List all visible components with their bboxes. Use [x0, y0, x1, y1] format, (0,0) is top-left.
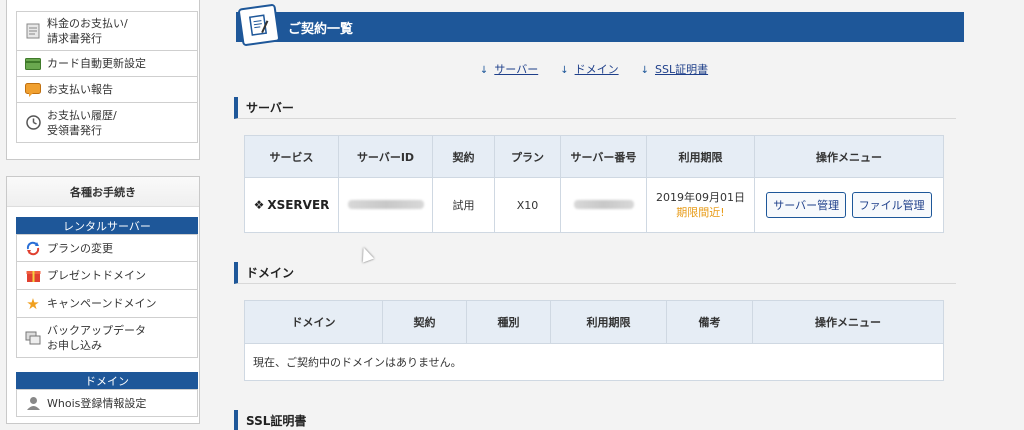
- actions-cell: サーバー管理 ファイル管理: [754, 177, 944, 233]
- page: 料金のお支払い/ 請求書発行 カード自動更新設定 お支払い報告 お支払い履歴/ …: [0, 0, 1024, 430]
- sidebar-item-label: お支払い報告: [47, 83, 113, 96]
- sidebar-item-label: カード自動更新設定: [47, 57, 146, 70]
- payment-report-icon: [25, 82, 41, 98]
- table-header-row: ドメイン 契約 種別 利用期限 備考 操作メニュー: [244, 300, 944, 344]
- redacted-server-number: [573, 199, 634, 209]
- expiry-cell: 2019年09月01日 期限間近!: [646, 177, 755, 233]
- sidebar-item-card-renewal[interactable]: カード自動更新設定: [16, 51, 198, 77]
- contract-document-icon: [237, 3, 281, 47]
- table-row: ❖ XSERVER 試用 X10 2019年09月01日 期限間近! サーバー管理…: [244, 177, 944, 233]
- section-heading-ssl: SSL証明書: [234, 410, 956, 430]
- page-title-bar: ご契約一覧: [236, 3, 964, 47]
- user-icon: [25, 395, 41, 411]
- column-header: 利用期限: [646, 135, 755, 178]
- star-icon: ★: [26, 294, 40, 313]
- sidebar-item-invoice[interactable]: 料金のお支払い/ 請求書発行: [16, 11, 198, 51]
- anchor-ssl[interactable]: ↓ SSL証明書: [641, 61, 708, 77]
- sidebar-item-whois[interactable]: Whois登録情報設定: [16, 389, 198, 417]
- backup-icon: [25, 330, 41, 346]
- xserver-logo: ❖ XSERVER: [254, 198, 330, 212]
- column-header: 種別: [466, 300, 551, 344]
- sidebar-item-label: バックアップデータ お申し込み: [47, 323, 146, 352]
- domain-table: ドメイン 契約 種別 利用期限 備考 操作メニュー 現在、ご契約中のドメインはあ…: [244, 300, 944, 381]
- domain-header: ドメイン: [16, 372, 198, 389]
- sidebar-item-label: 料金のお支払い/ 請求書発行: [47, 17, 128, 45]
- section-heading-domain: ドメイン: [234, 262, 956, 284]
- server-id-cell: [338, 177, 433, 233]
- credit-card-icon: [25, 56, 41, 72]
- sidebar-item-label: プレゼントドメイン: [47, 269, 146, 282]
- gift-icon: [25, 268, 41, 284]
- mouse-cursor-icon: [357, 245, 375, 263]
- sidebar-item-payment-report[interactable]: お支払い報告: [16, 77, 198, 103]
- column-header: 操作メニュー: [754, 135, 944, 178]
- column-header: 操作メニュー: [752, 300, 944, 344]
- server-table: サービス サーバーID 契約 プラン サーバー番号 利用期限 操作メニュー ❖ X…: [244, 135, 944, 233]
- column-header: ドメイン: [244, 300, 383, 344]
- anchor-link-label[interactable]: サーバー: [494, 63, 538, 76]
- sidebar-item-plan-change[interactable]: プランの変更: [16, 234, 198, 262]
- invoice-icon: [25, 23, 41, 39]
- expiry-warning: 期限間近!: [676, 206, 725, 219]
- anchor-link-label[interactable]: ドメイン: [575, 63, 619, 76]
- sidebar-item-backup[interactable]: バックアップデータ お申し込み: [16, 318, 198, 358]
- sidebar-item-label: キャンペーンドメイン: [47, 297, 157, 310]
- section-heading-server: サーバー: [234, 97, 956, 119]
- server-manage-button[interactable]: サーバー管理: [766, 192, 847, 218]
- arrow-down-icon: ↓: [479, 65, 489, 76]
- column-header: プラン: [494, 135, 561, 178]
- history-clock-icon: [25, 115, 41, 131]
- server-number-cell: [560, 177, 647, 233]
- redacted-server-id: [347, 199, 424, 209]
- anchor-domain[interactable]: ↓ ドメイン: [560, 61, 618, 77]
- table-header-row: サービス サーバーID 契約 プラン サーバー番号 利用期限 操作メニュー: [244, 135, 944, 178]
- sidebar-item-label: Whois登録情報設定: [47, 396, 147, 410]
- column-header: 契約: [382, 300, 467, 344]
- sidebar-procedures-box: 各種お手続き レンタルサーバー プランの変更 プレゼントドメイン ★ キャンペー…: [6, 176, 200, 424]
- plan-change-icon: [25, 240, 41, 256]
- column-header: 契約: [432, 135, 495, 178]
- sidebar-item-present-domain[interactable]: プレゼントドメイン: [16, 262, 198, 290]
- expiry-date: 2019年09月01日: [656, 191, 745, 204]
- anchor-links: ↓ サーバー ↓ ドメイン ↓ SSL証明書: [224, 61, 964, 77]
- diamond-icon: ❖: [253, 198, 265, 212]
- column-header: 備考: [666, 300, 753, 344]
- page-title: ご契約一覧: [288, 21, 354, 37]
- rental-server-group: レンタルサーバー プランの変更 プレゼントドメイン ★ キャンペーンドメイン バ…: [16, 217, 198, 358]
- sidebar-item-label: プランの変更: [47, 241, 113, 255]
- service-name: XSERVER: [267, 198, 330, 212]
- anchor-server[interactable]: ↓ サーバー: [480, 61, 538, 77]
- column-header: 利用期限: [550, 300, 667, 344]
- column-header: サーバーID: [338, 135, 433, 178]
- arrow-down-icon: ↓: [640, 65, 649, 76]
- anchor-link-label[interactable]: SSL証明書: [655, 63, 708, 76]
- sidebar-item-payment-history[interactable]: お支払い履歴/ 受領書発行: [16, 103, 198, 143]
- sidebar-item-label: お支払い履歴/ 受領書発行: [47, 108, 117, 137]
- rental-server-header: レンタルサーバー: [16, 217, 198, 234]
- service-cell: ❖ XSERVER: [244, 177, 339, 233]
- table-row: 現在、ご契約中のドメインはありません。: [244, 343, 944, 381]
- column-header: サービス: [244, 135, 339, 178]
- sidebar-billing-box: 料金のお支払い/ 請求書発行 カード自動更新設定 お支払い報告 お支払い履歴/ …: [6, 0, 200, 160]
- arrow-down-icon: ↓: [560, 65, 569, 76]
- column-header: サーバー番号: [560, 135, 647, 178]
- plan-cell: X10: [494, 177, 561, 233]
- procedures-title: 各種お手続き: [7, 177, 199, 207]
- file-manage-button[interactable]: ファイル管理: [851, 192, 932, 218]
- domain-group: ドメイン Whois登録情報設定: [16, 372, 198, 417]
- contract-cell: 試用: [432, 177, 495, 233]
- empty-message: 現在、ご契約中のドメインはありません。: [244, 343, 944, 381]
- sidebar-item-campaign-domain[interactable]: ★ キャンペーンドメイン: [16, 290, 198, 318]
- sidebar-billing-list: 料金のお支払い/ 請求書発行 カード自動更新設定 お支払い報告 お支払い履歴/ …: [16, 11, 198, 143]
